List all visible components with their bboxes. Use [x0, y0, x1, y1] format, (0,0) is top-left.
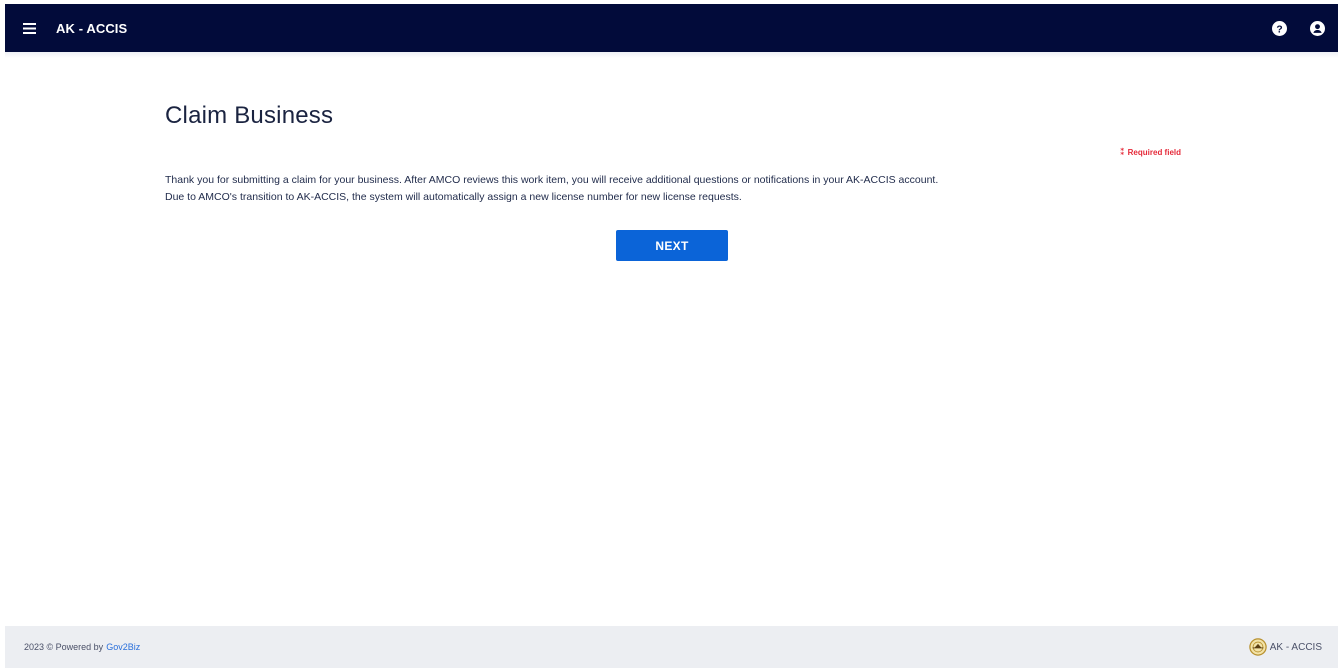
footer-brand-label: AK - ACCIS [1269, 641, 1322, 653]
user-circle-icon[interactable] [1306, 17, 1328, 39]
required-field-note: ⁑ Required field [1120, 147, 1181, 158]
claim-description: Thank you for submitting a claim for you… [165, 172, 938, 206]
app-title[interactable]: AK - ACCIS [56, 21, 127, 36]
footer-copyright: 2023 © Powered by Gov2Biz [24, 642, 140, 652]
description-line-1: Thank you for submitting a claim for you… [165, 174, 939, 186]
gov2biz-link[interactable]: Gov2Biz [106, 642, 140, 652]
description-line-2: Due to AMCO's transition to AK-ACCIS, th… [165, 191, 742, 203]
claim-business-content: Claim Business ⁑ Required field Thank yo… [165, 102, 1181, 203]
header-shadow [5, 52, 1338, 58]
app-frame: AK - ACCIS ? Claim Business ⁑ Required f… [5, 4, 1338, 668]
required-marker-icon: ⁑ [1119, 147, 1125, 157]
copyright-text: 2023 © Powered by [24, 642, 104, 652]
question-circle-icon[interactable]: ? [1268, 17, 1290, 39]
footer-brand: AK - ACCIS [1249, 638, 1322, 656]
page-title: Claim Business [165, 102, 334, 129]
hamburger-menu-icon[interactable] [7, 4, 51, 52]
top-navbar: AK - ACCIS ? [5, 4, 1338, 52]
next-button[interactable]: NEXT [616, 230, 728, 261]
ak-accis-seal-logo [1249, 638, 1267, 656]
required-field-label: Required field [1127, 148, 1181, 157]
page-footer: 2023 © Powered by Gov2Biz AK - ACCIS [5, 626, 1338, 668]
header-actions: ? [1268, 4, 1328, 52]
svg-text:?: ? [1276, 24, 1282, 35]
